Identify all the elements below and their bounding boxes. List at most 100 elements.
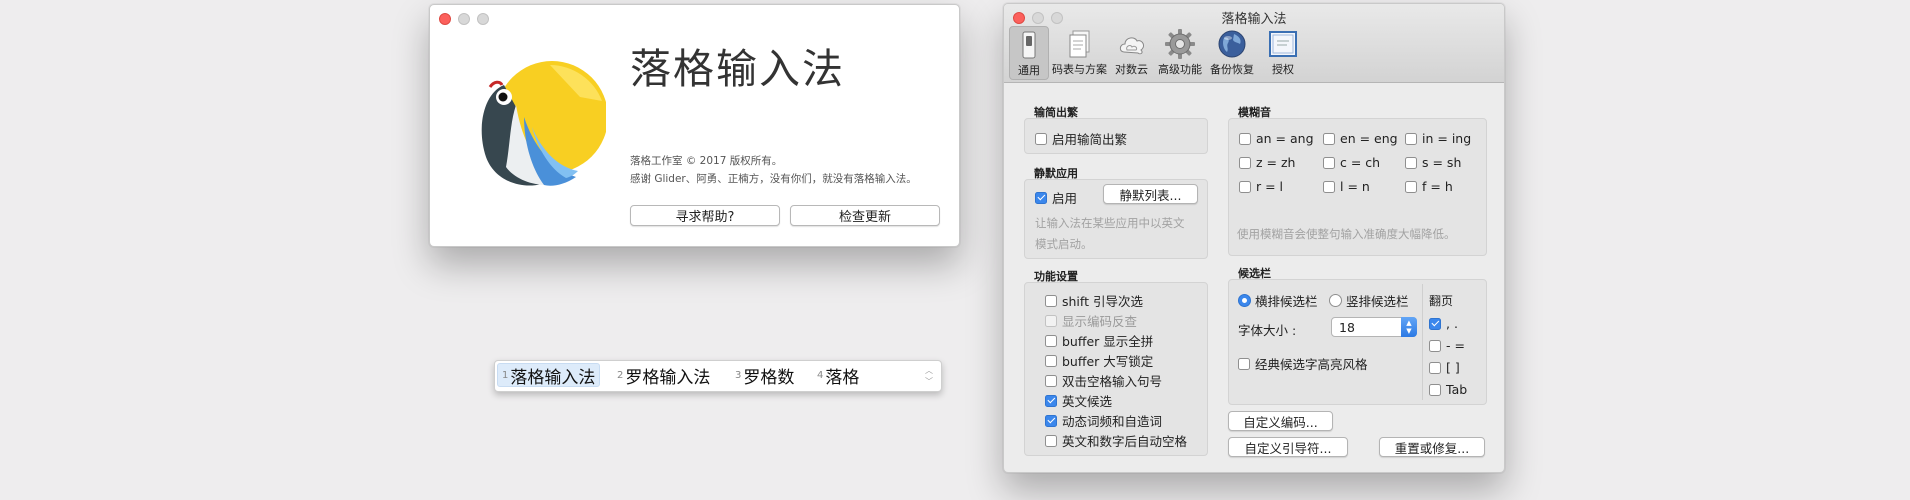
app-title: 落格输入法 (630, 45, 845, 93)
feature-buffer-pinyin[interactable]: buffer 显示全拼 (1045, 331, 1153, 350)
page-key-brackets[interactable]: [ ] (1429, 360, 1460, 375)
feature-shift-second[interactable]: shift 引导次选 (1045, 291, 1143, 310)
candidate-1[interactable]: 1 落格输入法 (497, 363, 601, 388)
checkbox-label: 显示编码反查 (1062, 314, 1138, 329)
chevron-down-icon[interactable]: ﹀ (925, 376, 933, 387)
thanks-text: 感谢 Glider、阿勇、正楠方，没有你们，就没有落格输入法。 (630, 173, 917, 185)
checkbox[interactable] (1239, 180, 1251, 193)
fuzzy-en-eng[interactable]: en = eng (1323, 131, 1398, 146)
checkbox[interactable] (1323, 156, 1335, 169)
checkbox[interactable] (1045, 294, 1057, 307)
checkbox[interactable] (1405, 132, 1417, 145)
checkbox[interactable] (1429, 339, 1441, 352)
fuzzy-r-l[interactable]: r = l (1239, 179, 1283, 194)
feature-buffer-capslock[interactable]: buffer 大写锁定 (1045, 351, 1153, 370)
tab-cloud[interactable]: 对数云 (1115, 28, 1148, 77)
copyright-text: 落格工作室 © 2017 版权所有。 (630, 155, 783, 167)
custom-guide-button[interactable]: 自定义引导符... (1228, 437, 1348, 457)
documents-icon (1069, 30, 1089, 58)
candidate-4[interactable]: 4 落格 (813, 363, 863, 388)
page-key-minus-equal[interactable]: - = (1429, 338, 1465, 353)
fuzzy-in-ing[interactable]: in = ing (1405, 131, 1471, 146)
checkbox[interactable] (1045, 414, 1057, 427)
tab-general[interactable]: 通用 (1009, 26, 1049, 80)
candidate-word: 落格输入法 (510, 367, 596, 388)
feature-dynamic-frequency[interactable]: 动态词频和自造词 (1045, 411, 1162, 430)
radio[interactable] (1329, 294, 1342, 307)
chevron-up-icon[interactable]: ︿ (925, 365, 933, 376)
checkbox[interactable] (1239, 132, 1251, 145)
font-size-select[interactable]: 18 ▲ ▼ (1331, 317, 1417, 337)
checkbox-label: [ ] (1446, 360, 1460, 375)
tab-advanced[interactable]: 高级功能 (1158, 28, 1202, 77)
hint-line: 让输入法在某些应用中以英文 (1035, 216, 1185, 230)
candidate-2[interactable]: 2 罗格输入法 (613, 363, 714, 388)
stepper-arrows-icon[interactable]: ▲ ▼ (1401, 317, 1417, 337)
cloud-icon (1119, 37, 1144, 55)
checkbox-label: r = l (1256, 179, 1284, 194)
horizontal-candbar-radio[interactable]: 横排候选栏 (1238, 291, 1318, 310)
checkbox[interactable] (1239, 156, 1251, 169)
feature-auto-space[interactable]: 英文和数字后自动空格 (1045, 431, 1187, 450)
checkbox[interactable] (1045, 374, 1057, 387)
fuzzy-z-zh[interactable]: z = zh (1239, 155, 1295, 170)
checkbox[interactable] (1429, 383, 1441, 396)
checkbox[interactable] (1045, 354, 1057, 367)
checkbox[interactable] (1429, 317, 1441, 330)
minimize-button[interactable] (458, 13, 470, 25)
checkbox[interactable] (1405, 180, 1417, 193)
radio[interactable] (1238, 294, 1251, 307)
feature-english-candidate[interactable]: 英文候选 (1045, 391, 1112, 410)
custom-code-button[interactable]: 自定义编码... (1228, 411, 1333, 431)
zoom-button[interactable] (477, 13, 489, 25)
fuzzy-an-ang[interactable]: an = ang (1239, 131, 1314, 146)
checkbox[interactable] (1429, 361, 1441, 374)
reset-repair-button[interactable]: 重置或修复... (1379, 437, 1485, 457)
checkbox[interactable] (1238, 357, 1250, 370)
tab-tables[interactable]: 码表与方案 (1052, 28, 1107, 77)
checkbox[interactable] (1323, 132, 1335, 145)
jianfan-checkbox[interactable]: 启用输简出繁 (1035, 129, 1127, 148)
candidate-word: 落格 (825, 367, 860, 388)
checkbox[interactable] (1405, 156, 1417, 169)
page-arrows[interactable]: ︿ ﹀ (925, 365, 933, 387)
page-key-tab[interactable]: Tab (1429, 382, 1467, 397)
checkbox-label: 启用输简出繁 (1052, 132, 1128, 147)
checkbox[interactable] (1045, 334, 1057, 347)
page-key-comma-period[interactable]: , . (1429, 316, 1458, 331)
checkbox[interactable] (1035, 191, 1047, 204)
help-button[interactable]: 寻求帮助? (630, 205, 780, 226)
checkbox-label: 经典候选字高亮风格 (1255, 357, 1368, 372)
fuzzy-f-h[interactable]: f = h (1405, 179, 1453, 194)
classic-highlight-checkbox[interactable]: 经典候选字高亮风格 (1238, 354, 1368, 373)
feature-double-space-period[interactable]: 双击空格输入句号 (1045, 371, 1162, 390)
candidate-number: 3 (735, 369, 742, 381)
candidate-3[interactable]: 3 罗格数 (731, 363, 798, 388)
checkbox[interactable] (1035, 132, 1047, 145)
checkbox-label: l = n (1340, 179, 1370, 194)
fuzzy-group: an = ang en = eng in = ing z = zh c = ch… (1228, 118, 1487, 256)
certificate-icon (1269, 31, 1297, 57)
font-size-label: 字体大小 : (1238, 323, 1297, 338)
fuzzy-l-n[interactable]: l = n (1323, 179, 1370, 194)
checkbox[interactable] (1045, 394, 1057, 407)
feature-reverse-lookup: 显示编码反查 (1045, 311, 1137, 330)
checkbox-label: shift 引导次选 (1062, 294, 1143, 309)
fuzzy-hint: 使用模糊音会使整句输入准确度大幅降低。 (1237, 227, 1456, 241)
tab-license[interactable]: 授权 (1267, 28, 1299, 77)
checkbox[interactable] (1045, 434, 1057, 447)
close-button[interactable] (439, 13, 451, 25)
checkbox-label: Tab (1446, 382, 1468, 397)
silent-list-button[interactable]: 静默列表... (1103, 184, 1198, 204)
check-update-button[interactable]: 检查更新 (790, 205, 940, 226)
fuzzy-c-ch[interactable]: c = ch (1323, 155, 1380, 170)
candidate-word: 罗格数 (743, 367, 795, 388)
radio-label: 横排候选栏 (1255, 294, 1318, 309)
vertical-candbar-radio[interactable]: 竖排候选栏 (1329, 291, 1409, 310)
tab-backup[interactable]: 备份恢复 (1210, 28, 1254, 77)
checkbox-label: en = eng (1340, 131, 1398, 146)
gear-icon (1165, 29, 1195, 59)
checkbox[interactable] (1323, 180, 1335, 193)
fuzzy-s-sh[interactable]: s = sh (1405, 155, 1461, 170)
silent-enable-checkbox[interactable]: 启用 (1035, 188, 1077, 207)
